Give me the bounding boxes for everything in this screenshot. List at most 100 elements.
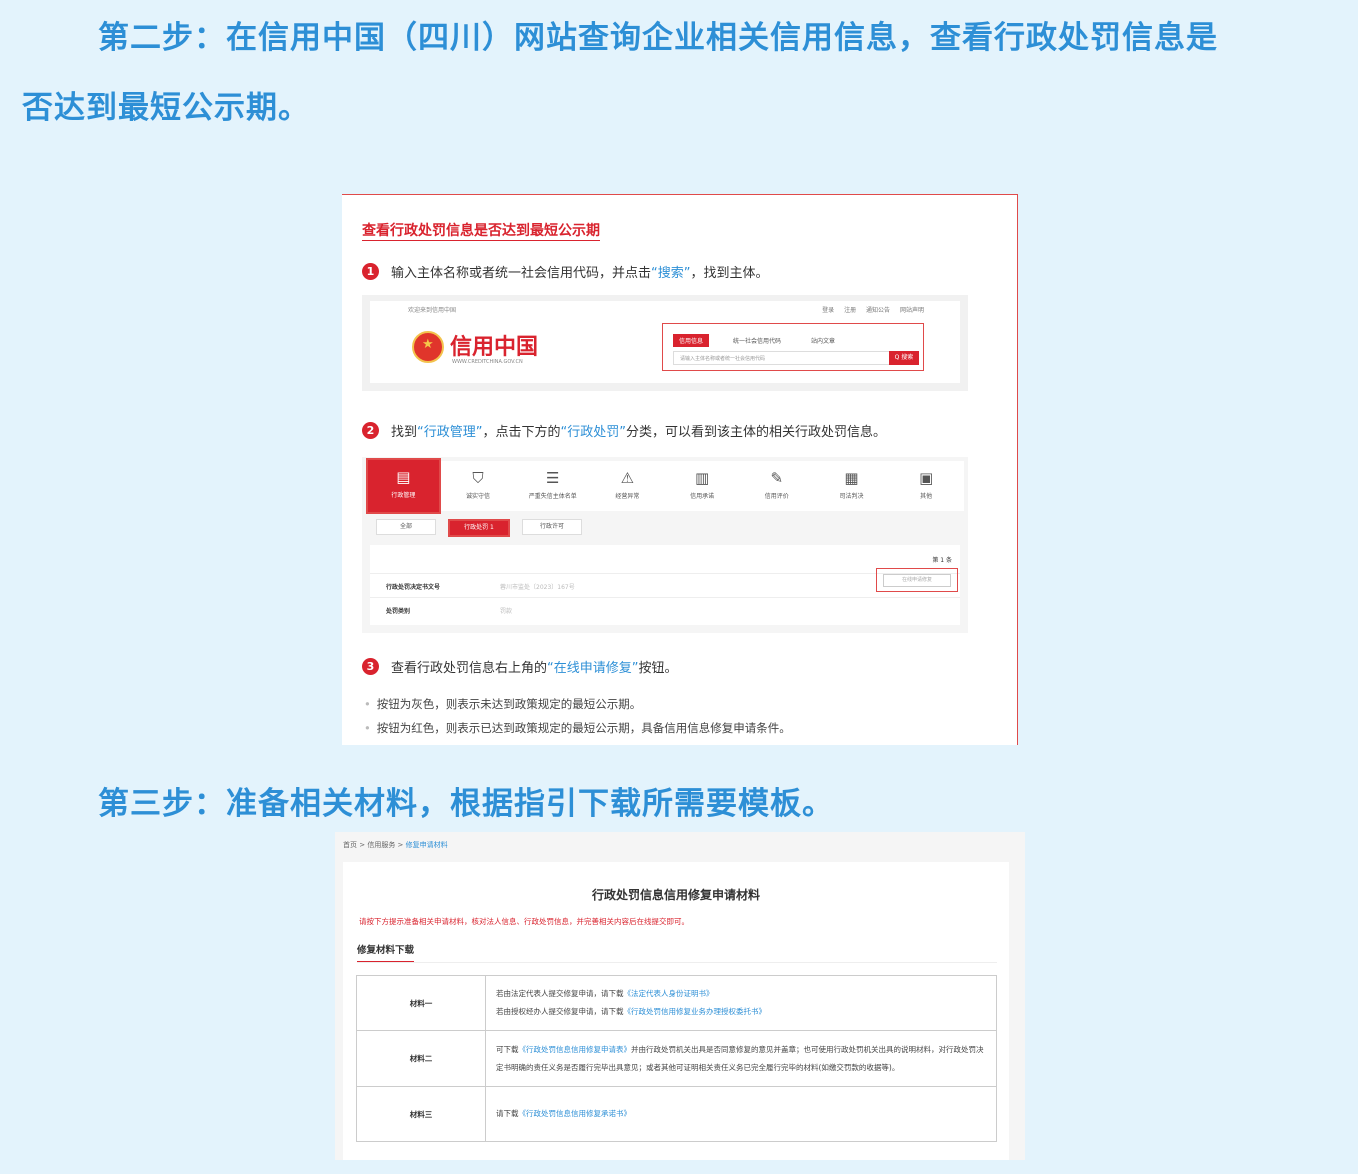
download-commitment-link[interactable]: 《行政处罚信息信用修复承诺书》 [519, 1109, 632, 1118]
materials-table: 材料一 若由法定代表人提交修复申请，请下载《法定代表人身份证明书》 若由授权经办… [356, 975, 997, 1142]
desc-text: 若由授权经办人提交修复申请，请下载 [496, 1007, 624, 1016]
material-desc: 请下载《行政处罚信息信用修复承诺书》 [485, 1086, 997, 1142]
tab-credit-code[interactable]: 统一社会信用代码 [727, 334, 787, 347]
category-label: 严重失信主体名单 [528, 493, 577, 500]
notice-link[interactable]: 通知公告 [866, 307, 890, 314]
note-red-button: 按钮为红色，则表示已达到政策规定的最短公示期，具备信用信息修复申请条件。 [364, 720, 791, 736]
step-number: 3 [362, 658, 379, 675]
category-label: 其他 [920, 493, 933, 500]
search-input[interactable]: 请输入主体名称或者统一社会信用代码 [673, 351, 891, 365]
material-label: 材料一 [356, 975, 486, 1031]
category-judicial[interactable]: ▦ 司法判决 [814, 461, 889, 511]
file-icon: ▥ [695, 469, 710, 487]
desc-text: 可下载 [496, 1044, 519, 1054]
tab-articles[interactable]: 站内文章 [805, 334, 841, 347]
alert-icon: ⚠ [620, 469, 635, 487]
desc-text: 若由法定代表人提交修复申请，请下载 [496, 989, 624, 998]
document-icon: ▤ [396, 468, 411, 486]
row-key: 行政处罚决定书文号 [386, 584, 441, 591]
subtab-license[interactable]: 行政许可 [522, 519, 582, 535]
materials-panel: 行政处罚信息信用修复申请材料 请按下方提示准备相关申请材料，核对法人信息、行政处… [343, 862, 1009, 1160]
result-table: 第 1 条 行政处罚决定书文号 蓉川市监处〔2023〕167号 在线申请修复 处… [370, 545, 960, 625]
tab-credit-info[interactable]: 信用信息 [673, 334, 710, 347]
list-icon: ☰ [545, 469, 560, 487]
step-highlight: “搜索” [651, 266, 691, 281]
step-2: 2 找到 “行政管理” ，点击下方的 “行政处罚” 分类，可以看到该主体的相关行… [362, 421, 886, 440]
table-row: 材料一 若由法定代表人提交修复申请，请下载《法定代表人身份证明书》 若由授权经办… [356, 975, 997, 1031]
category-commitment[interactable]: ▥ 信用承诺 [665, 461, 740, 511]
desc-text: 请下载 [496, 1109, 519, 1118]
login-link[interactable]: 登录 [822, 307, 834, 314]
breadcrumb: 首页 > 信用服务 > 修复申请材料 [343, 841, 448, 849]
category-label: 行政管理 [391, 492, 416, 499]
step-text: 查看行政处罚信息右上角的 [391, 661, 548, 676]
gavel-icon: ▦ [844, 469, 859, 487]
category-abnormal[interactable]: ⚠ 经营异常 [590, 461, 665, 511]
category-other[interactable]: ▣ 其他 [889, 461, 964, 511]
category-integrity[interactable]: ⛉ 诚实守信 [441, 461, 516, 511]
breadcrumb-service[interactable]: 信用服务 [367, 841, 395, 849]
category-blacklist[interactable]: ☰ 严重失信主体名单 [515, 461, 590, 511]
site-url: WWW.CREDITCHINA.GOV.CN [452, 359, 523, 365]
step-text: 输入主体名称或者统一社会信用代码，并点击 [391, 266, 652, 281]
download-application-form-link[interactable]: 《行政处罚信息信用修复申请表》 [519, 1045, 632, 1054]
repair-button-highlight: 在线申请修复 [876, 568, 958, 592]
download-legal-rep-link[interactable]: 《法定代表人身份证明书》 [624, 989, 714, 998]
category-label: 诚实守信 [466, 493, 491, 500]
material-desc: 若由法定代表人提交修复申请，请下载《法定代表人身份证明书》 若由授权经办人提交修… [485, 975, 997, 1031]
category-label: 信用评价 [764, 493, 789, 500]
row-value: 蓉川市监处〔2023〕167号 [500, 584, 575, 591]
table-row: 材料二 可下载《行政处罚信息信用修复申请表》并由行政处罚机关出具是否同意修复的意… [356, 1030, 997, 1087]
step-highlight: “行政管理” [417, 425, 483, 440]
subtab-all[interactable]: 全部 [376, 519, 436, 535]
material-label: 材料二 [356, 1030, 486, 1087]
screenshot-card-materials: 首页 > 信用服务 > 修复申请材料 行政处罚信息信用修复申请材料 请按下方提示… [335, 832, 1025, 1160]
step-highlight: “在线申请修复” [547, 661, 639, 676]
table-row: 行政处罚决定书文号 蓉川市监处〔2023〕167号 在线申请修复 [370, 568, 960, 598]
search-box: 信用信息 统一社会信用代码 站内文章 请输入主体名称或者统一社会信用代码 Q 搜… [662, 323, 924, 371]
step-number: 2 [362, 422, 379, 439]
step2-heading-line1: 第二步：在信用中国（四川）网站查询企业相关信用信息，查看行政处罚信息是 [98, 20, 1218, 56]
breadcrumb-home[interactable]: 首页 [343, 841, 357, 849]
welcome-text: 欢迎来到信用中国 [408, 307, 457, 314]
category-label: 信用承诺 [690, 493, 715, 500]
edit-icon: ✎ [770, 469, 784, 487]
subtab-penalty[interactable]: 行政处罚 1 [448, 519, 510, 537]
row-value: 罚款 [500, 608, 513, 615]
section-title: 修复材料下载 [357, 942, 415, 963]
page-title: 行政处罚信息信用修复申请材料 [591, 888, 760, 902]
step-1: 1 输入主体名称或者统一社会信用代码，并点击 “搜索” ，找到主体。 [362, 262, 769, 281]
step-text: 按钮。 [638, 661, 678, 676]
material-desc: 可下载《行政处罚信息信用修复申请表》并由行政处罚机关出具是否同意修复的意见并盖章… [485, 1030, 997, 1087]
category-label: 经营异常 [615, 493, 640, 500]
register-link[interactable]: 注册 [844, 307, 856, 314]
table-row: 处罚类别 罚款 [370, 597, 960, 622]
statement-link[interactable]: 网站声明 [900, 307, 924, 314]
other-icon: ▣ [919, 469, 934, 487]
step-text: ，找到主体。 [690, 266, 769, 281]
top-links: 登录 注册 通知公告 网站声明 [814, 305, 924, 314]
step-highlight: “行政处罚” [560, 425, 626, 440]
table-row: 材料三 请下载《行政处罚信息信用修复承诺书》 [356, 1086, 997, 1142]
step-3: 3 查看行政处罚信息右上角的 “在线申请修复” 按钮。 [362, 657, 678, 676]
card-title: 查看行政处罚信息是否达到最短公示期 [362, 220, 600, 241]
site-header-mock: 欢迎来到信用中国 登录 注册 通知公告 网站声明 信用中国 WWW.CREDIT… [362, 295, 968, 391]
category-label: 司法判决 [839, 493, 864, 500]
result-count: 第 1 条 [932, 557, 952, 564]
step-text: 分类，可以看到该主体的相关行政处罚信息。 [626, 425, 887, 440]
download-authorization-link[interactable]: 《行政处罚信用修复业务办理授权委托书》 [624, 1007, 767, 1016]
step2-heading-line2: 否达到最短公示期。 [22, 90, 310, 126]
material-label: 材料三 [356, 1086, 486, 1142]
step3-heading: 第三步：准备相关材料，根据指引下载所需要模板。 [98, 786, 834, 822]
breadcrumb-current: 修复申请材料 [405, 841, 448, 849]
warning-text: 请按下方提示准备相关申请材料，核对法人信息、行政处罚信息，并完善相关内容后在线提… [359, 917, 689, 926]
category-evaluation[interactable]: ✎ 信用评价 [739, 461, 814, 511]
category-admin[interactable]: ▤ 行政管理 [366, 458, 441, 514]
step-number: 1 [362, 263, 379, 280]
screenshot-card-penalty-check: 查看行政处罚信息是否达到最短公示期 1 输入主体名称或者统一社会信用代码，并点击… [342, 194, 1018, 745]
step-text: 找到 [391, 425, 418, 440]
row-key: 处罚类别 [386, 608, 411, 615]
search-button[interactable]: Q 搜索 [889, 351, 919, 365]
online-repair-button[interactable]: 在线申请修复 [883, 574, 951, 587]
national-emblem-icon [412, 331, 444, 363]
